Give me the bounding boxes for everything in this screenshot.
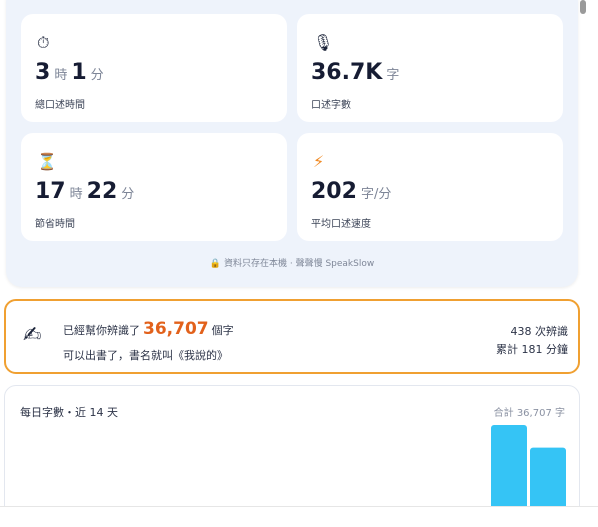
stats-panel: ⏱ 3時1分 總口述時間 🎙 36.7K 字 口述字數 ⏳ 17 時 22 分 節省時間… xyxy=(6,0,578,287)
writing-hand-icon: ✍ xyxy=(23,323,42,348)
hourglass-icon: ⏳ xyxy=(37,152,57,171)
milestone-count: 36,707 xyxy=(143,319,209,339)
char-count-label: 口述字數 xyxy=(311,100,351,111)
privacy-note: 🔒 資料只存在本機 · 聲聲慢 SpeakSlow xyxy=(209,259,375,269)
total-minutes: 累計 181 分鐘 xyxy=(496,343,568,356)
daily-bar xyxy=(491,425,527,506)
speed-label: 平均口述速度 xyxy=(311,219,371,230)
speak-time-label: 總口述時間 xyxy=(35,100,85,111)
speak-time-value: 3時1分 xyxy=(35,60,104,85)
main-scroll-area[interactable]: ⏱ 3時1分 總口述時間 🎙 36.7K 字 口述字數 ⏳ 17 時 22 分 節省時間… xyxy=(0,0,584,506)
speed-value: 202 字/分 xyxy=(311,179,392,204)
microphone-icon: 🎙 xyxy=(313,33,334,52)
daily-bar-chart xyxy=(491,425,566,506)
recognition-count: 438 次辨識 xyxy=(510,325,569,338)
speak-time-card: ⏱ 3時1分 總口述時間 xyxy=(21,14,287,122)
scrollbar-thumb[interactable] xyxy=(580,0,586,14)
stopwatch-icon: ⏱ xyxy=(37,33,50,52)
lightning-icon: ⚡ xyxy=(313,152,325,171)
saved-time-label: 節省時間 xyxy=(35,219,75,230)
daily-bar xyxy=(530,447,566,506)
lock-icon: 🔒 xyxy=(209,259,221,269)
scrollbar-track[interactable] xyxy=(584,0,598,506)
milestone-headline: 已經幫你辨識了 36,707 個字 xyxy=(63,319,234,339)
bottom-strip xyxy=(0,506,598,527)
speed-card: ⚡ 202 字/分 平均口述速度 xyxy=(297,133,563,241)
char-count-value: 36.7K 字 xyxy=(311,60,400,85)
milestone-card: ✍ 已經幫你辨識了 36,707 個字 可以出書了，書名就叫《我說的》 438 次辨… xyxy=(4,299,580,374)
saved-time-value: 17 時 22 分 xyxy=(35,179,135,204)
daily-chart-card: 每日字數・近 14 天 合計 36,707 字 xyxy=(4,385,580,506)
char-count-card: 🎙 36.7K 字 口述字數 xyxy=(297,14,563,122)
milestone-subtitle: 可以出書了，書名就叫《我說的》 xyxy=(63,349,228,362)
saved-time-card: ⏳ 17 時 22 分 節省時間 xyxy=(21,133,287,241)
